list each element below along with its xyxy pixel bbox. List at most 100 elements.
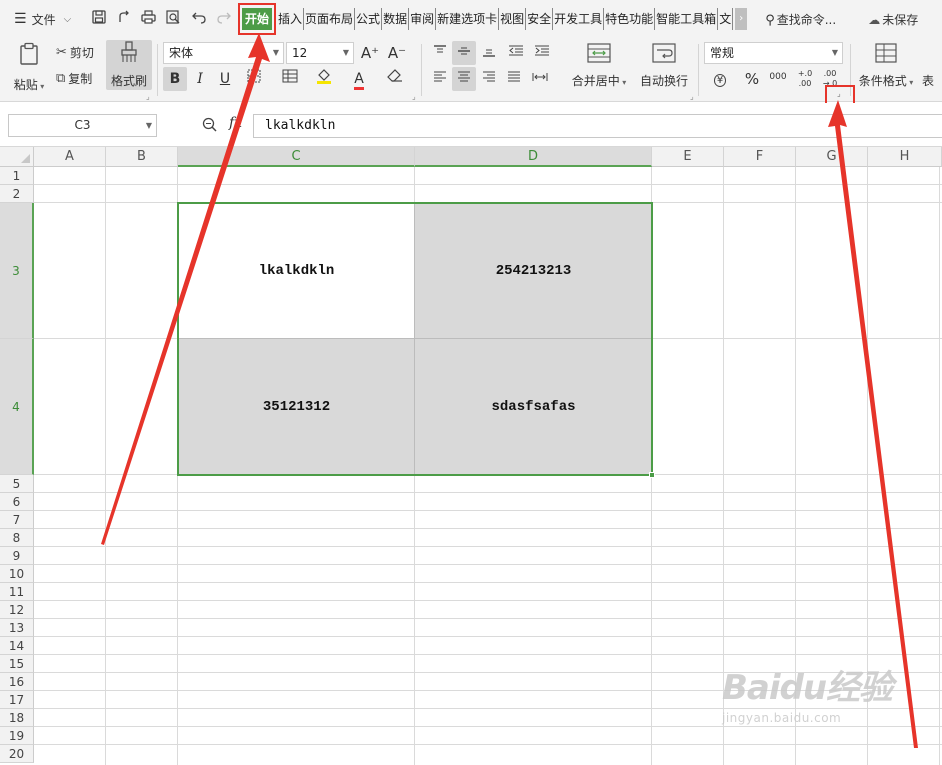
tab-data[interactable]: 数据 bbox=[382, 8, 410, 30]
gridline bbox=[939, 167, 940, 765]
alignment-launcher-icon[interactable]: ⌟ bbox=[690, 92, 694, 101]
clear-format-button[interactable] bbox=[383, 67, 407, 91]
tab-insert[interactable]: 插入 bbox=[277, 8, 305, 30]
tabs-more-button[interactable]: › bbox=[735, 8, 748, 30]
column-header-g[interactable]: G bbox=[796, 147, 868, 167]
tab-formulas[interactable]: 公式 bbox=[355, 8, 383, 30]
gridline bbox=[34, 582, 942, 583]
row-header-3[interactable]: 3 bbox=[0, 203, 34, 339]
number-format-select[interactable]: 常规 ▼ bbox=[704, 42, 843, 64]
row-header-6[interactable]: 6 bbox=[0, 493, 34, 511]
justify-button[interactable] bbox=[502, 67, 526, 91]
row-header-12[interactable]: 12 bbox=[0, 601, 34, 619]
row-header-14[interactable]: 14 bbox=[0, 637, 34, 655]
paste-button[interactable]: 粘贴 ▾ bbox=[10, 42, 48, 93]
name-box[interactable]: C3 ▼ bbox=[8, 114, 157, 137]
tab-smart-toolbox[interactable]: 智能工具箱 bbox=[655, 8, 719, 30]
font-name-select[interactable]: 宋体 ▼ bbox=[163, 42, 284, 64]
row-header-1[interactable]: 1 bbox=[0, 167, 34, 185]
save-icon[interactable] bbox=[86, 10, 111, 28]
fill-handle[interactable] bbox=[649, 472, 655, 478]
clipboard-launcher-icon[interactable]: ⌟ bbox=[146, 92, 150, 101]
column-header-f[interactable]: F bbox=[724, 147, 796, 167]
column-header-h[interactable]: H bbox=[868, 147, 942, 167]
increase-decimal-button[interactable]: +.0 .00 bbox=[793, 67, 817, 91]
column-header-b[interactable]: B bbox=[106, 147, 178, 167]
row-header-15[interactable]: 15 bbox=[0, 655, 34, 673]
tab-new-tab[interactable]: 新建选项卡 bbox=[436, 8, 500, 30]
align-left-button[interactable] bbox=[428, 67, 452, 91]
tab-document[interactable]: 文 bbox=[718, 8, 734, 30]
copy-button[interactable]: ⧉ 复制 bbox=[56, 67, 92, 89]
row-header-13[interactable]: 13 bbox=[0, 619, 34, 637]
zoom-search-icon[interactable] bbox=[202, 117, 217, 136]
font-size-select[interactable]: 12 ▼ bbox=[286, 42, 354, 64]
align-middle-button[interactable] bbox=[452, 41, 476, 65]
align-center-button[interactable] bbox=[452, 67, 476, 91]
command-search[interactable]: ⚲ 查找命令... bbox=[765, 11, 836, 28]
percent-button[interactable]: % bbox=[740, 67, 764, 91]
cut-button[interactable]: ✂ 剪切 bbox=[56, 41, 94, 63]
print-icon[interactable] bbox=[136, 10, 161, 28]
grow-font-button[interactable]: A⁺ bbox=[358, 41, 382, 65]
format-painter-button[interactable]: 格式刷 bbox=[106, 40, 152, 90]
decrease-indent-button[interactable] bbox=[504, 41, 528, 65]
align-top-button[interactable] bbox=[428, 41, 452, 65]
column-header-c[interactable]: C bbox=[178, 147, 415, 167]
tab-view[interactable]: 视图 bbox=[499, 8, 527, 30]
align-bottom-button[interactable] bbox=[477, 41, 501, 65]
row-header-16[interactable]: 16 bbox=[0, 673, 34, 691]
row-header-11[interactable]: 11 bbox=[0, 583, 34, 601]
tab-special-features[interactable]: 特色功能 bbox=[604, 8, 656, 30]
increase-indent-button[interactable] bbox=[530, 41, 554, 65]
row-header-18[interactable]: 18 bbox=[0, 709, 34, 727]
bold-button[interactable]: B bbox=[163, 67, 187, 91]
distributed-align-button[interactable] bbox=[528, 67, 552, 91]
row-header-20[interactable]: 20 bbox=[0, 745, 34, 763]
save-status[interactable]: ☁ 未保存 bbox=[868, 11, 918, 28]
row-header-17[interactable]: 17 bbox=[0, 691, 34, 709]
thousands-separator-button[interactable]: 000 bbox=[766, 65, 790, 89]
tab-security[interactable]: 安全 bbox=[526, 8, 554, 30]
shrink-font-button[interactable]: A⁻ bbox=[385, 41, 409, 65]
tab-page-layout[interactable]: 页面布局 bbox=[304, 8, 356, 30]
file-menu[interactable]: ☰ 文件 ⌵ bbox=[0, 0, 86, 38]
conditional-format-button[interactable]: 条件格式 ▾ bbox=[856, 42, 916, 89]
align-right-button[interactable] bbox=[477, 67, 501, 91]
row-header-7[interactable]: 7 bbox=[0, 511, 34, 529]
table-style-button[interactable]: 表 bbox=[922, 72, 942, 89]
font-launcher-icon[interactable]: ⌟ bbox=[412, 92, 416, 101]
tab-review[interactable]: 审阅 bbox=[409, 8, 437, 30]
column-header-d[interactable]: D bbox=[415, 147, 652, 167]
row-header-4[interactable]: 4 bbox=[0, 339, 34, 475]
borders-button[interactable] bbox=[242, 67, 266, 91]
merge-center-button[interactable]: 合并居中 ▾ bbox=[568, 42, 630, 89]
currency-button[interactable]: ¥ bbox=[708, 67, 732, 91]
fx-label[interactable]: fx bbox=[229, 115, 242, 131]
underline-button[interactable]: U bbox=[213, 67, 237, 91]
dialog-launcher-icon: ⌟ bbox=[837, 89, 841, 98]
undo-icon[interactable] bbox=[186, 10, 211, 28]
formula-input[interactable]: lkalkdkln bbox=[253, 114, 942, 138]
row-header-5[interactable]: 5 bbox=[0, 475, 34, 493]
column-header-a[interactable]: A bbox=[34, 147, 106, 167]
font-color-button[interactable]: A bbox=[347, 67, 371, 91]
row-header-9[interactable]: 9 bbox=[0, 547, 34, 565]
row-header-2[interactable]: 2 bbox=[0, 185, 34, 203]
print-preview-icon[interactable] bbox=[161, 10, 186, 28]
italic-button[interactable]: I bbox=[188, 67, 212, 91]
paintbrush-icon bbox=[106, 40, 152, 72]
share-icon[interactable] bbox=[111, 10, 136, 28]
fill-color-button[interactable] bbox=[312, 67, 336, 91]
row-header-8[interactable]: 8 bbox=[0, 529, 34, 547]
paint-bucket-icon bbox=[315, 69, 333, 89]
row-header-19[interactable]: 19 bbox=[0, 727, 34, 745]
select-all-corner[interactable] bbox=[0, 147, 34, 167]
tab-home[interactable]: 开始 bbox=[242, 8, 273, 30]
tab-developer[interactable]: 开发工具 bbox=[553, 8, 605, 30]
column-header-e[interactable]: E bbox=[652, 147, 724, 167]
row-header-10[interactable]: 10 bbox=[0, 565, 34, 583]
wrap-text-button[interactable]: 自动换行 bbox=[636, 42, 692, 89]
redo-icon[interactable] bbox=[211, 10, 236, 28]
fill-pattern-button[interactable] bbox=[278, 67, 302, 91]
